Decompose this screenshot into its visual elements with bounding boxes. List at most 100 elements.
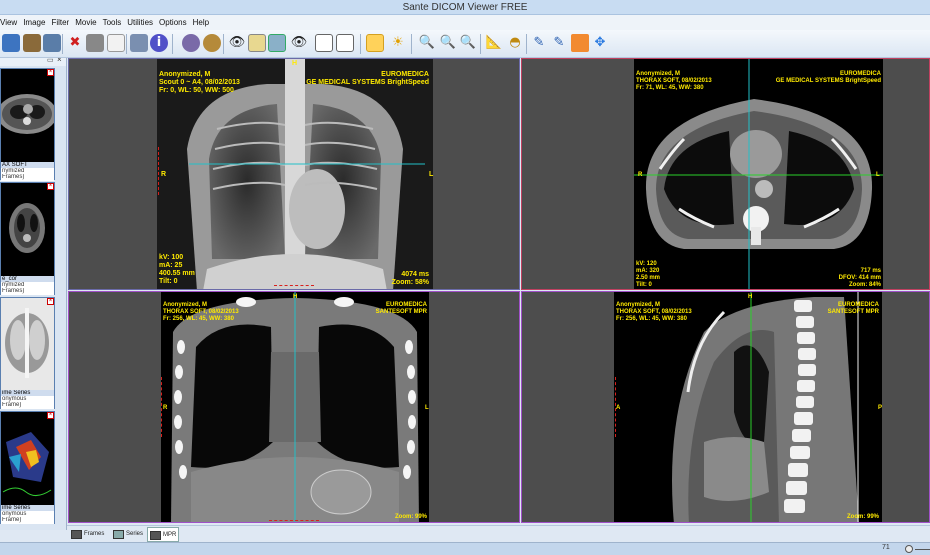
close-thumbnail-icon[interactable]: × (47, 412, 54, 419)
pin-icon[interactable]: ▭ (47, 58, 54, 64)
kv-value: kV: 120 (636, 261, 657, 267)
zoom-minus-icon[interactable] (905, 545, 913, 553)
series-thumbnail[interactable]: × e_cor nymized Frames) (0, 182, 55, 295)
zoom-level: Zoom: 99% (846, 514, 879, 520)
kv-value: kV: 100 (159, 254, 184, 261)
angle-icon[interactable]: 📐 (485, 34, 503, 52)
print-icon[interactable] (86, 34, 104, 52)
zoom-out-icon[interactable]: 🔍 (459, 34, 477, 52)
series-info: THORAX SOFT, 08/02/2013 (616, 309, 692, 315)
menu-utilities[interactable]: Utilities (124, 15, 156, 30)
patient-name: Anonymized, M (616, 302, 661, 308)
vertical-ruler (158, 147, 161, 195)
mpr-layout-icon[interactable] (268, 34, 286, 52)
stack-frame-icon[interactable] (336, 34, 354, 52)
toolbar-separator (62, 34, 63, 54)
window-level-info: Fr: 71, WL: 45, WW: 380 (636, 85, 704, 91)
overlay-top-left: Anonymized, M Scout 0 ~ A4, 08/02/2013 F… (159, 71, 240, 95)
tab-mpr[interactable]: MPR (147, 527, 179, 542)
frame-count: Frame) (1, 402, 54, 409)
status-bar: 71 (0, 542, 930, 555)
window-level-info: Fr: 0, WL: 50, WW: 500 (159, 87, 234, 94)
menu-image[interactable]: Image (20, 15, 48, 30)
toolbar-separator (172, 34, 173, 54)
single-frame-icon[interactable] (315, 34, 333, 52)
title-bar: Sante DICOM Viewer FREE (0, 0, 930, 15)
device-name: GE MEDICAL SYSTEMS BrightSpeed (775, 78, 881, 84)
protractor-icon[interactable]: ◓ (506, 34, 524, 52)
close-image-icon[interactable]: ✖ (66, 34, 84, 52)
eraser-icon[interactable] (571, 34, 589, 52)
marker-icon[interactable]: ✎ (550, 34, 568, 52)
viewport-coronal[interactable]: Anonymized, M THORAX SOFT, 08/02/2013 Fr… (68, 291, 520, 523)
menu-bar: View Image Filter Movie Tools Utilities Option… (0, 15, 930, 30)
pen-icon[interactable]: ✎ (530, 34, 548, 52)
filter-icon[interactable] (203, 34, 221, 52)
menu-view[interactable]: View (0, 15, 20, 30)
zoom-in-icon[interactable]: 🔍 (439, 34, 457, 52)
tab-label: MPR (163, 532, 177, 538)
brightness-icon[interactable]: ☀ (389, 34, 407, 52)
window-level-icon[interactable] (182, 34, 200, 52)
overlay-top-right: EUROMEDICA GE MEDICAL SYSTEMS BrightSpee… (306, 71, 429, 87)
pointer-hand-icon[interactable] (366, 34, 384, 52)
mpr-icon (150, 531, 161, 540)
processing-software: SANTESOFT MPR (827, 309, 879, 315)
toolbar-separator (480, 34, 481, 54)
institution-name: EUROMEDICA (385, 302, 427, 308)
menu-filter[interactable]: Filter (48, 15, 72, 30)
toolbar-separator (223, 34, 224, 54)
frame-count: Frames) (1, 288, 54, 295)
tab-series[interactable]: Series (111, 527, 147, 542)
overlay-bottom-left: kV: 100 mA: 25 400.55 mm Tilt: 0 (159, 254, 195, 286)
tab-frames[interactable]: Frames (69, 527, 111, 542)
menu-tools[interactable]: Tools (100, 15, 125, 30)
exposure-time: 4074 ms (401, 271, 429, 278)
viewport-scout[interactable]: Anonymized, M Scout 0 ~ A4, 08/02/2013 F… (68, 58, 520, 290)
viewport-sagittal[interactable]: Anonymized, M THORAX SOFT, 08/02/2013 Fr… (521, 291, 930, 523)
dicom-tags-icon[interactable] (130, 34, 148, 52)
institution-name: EUROMEDICA (381, 71, 429, 78)
overlay-top-left: Anonymized, M THORAX SOFT, 08/02/2013 Fr… (636, 71, 712, 92)
toolbar-separator (526, 34, 527, 54)
vertical-ruler (161, 377, 164, 437)
move-icon[interactable]: ✥ (591, 34, 609, 52)
grid-layout-icon[interactable] (248, 34, 266, 52)
patient-name: Anonymized, M (163, 302, 208, 308)
viewport-axial[interactable]: Anonymized, M THORAX SOFT, 08/02/2013 Fr… (521, 58, 930, 290)
overlay-bottom-right: 717 ms DFOV: 414 mm Zoom: 84% (839, 268, 881, 289)
overlay-top-right: EUROMEDICA SANTESOFT MPR (828, 302, 879, 316)
device-name: GE MEDICAL SYSTEMS BrightSpeed (306, 79, 429, 86)
tilt-value: Tilt: 0 (636, 282, 652, 288)
menu-options[interactable]: Options (156, 15, 190, 30)
magnifier-icon[interactable]: 🔍 (418, 34, 436, 52)
menu-movie[interactable]: Movie (72, 15, 99, 30)
close-thumbnail-icon[interactable]: × (47, 69, 54, 76)
info-icon[interactable]: i (150, 34, 168, 52)
close-panel-icon[interactable]: × (57, 58, 62, 64)
overlay-bottom-right: Zoom: 99% (395, 514, 427, 521)
ma-value: mA: 25 (159, 262, 183, 269)
open-file-icon[interactable] (23, 34, 41, 52)
zoom-level: Zoom: 84% (848, 282, 881, 288)
series-thumbnail[interactable]: × ime Series onymous Frame) (0, 297, 55, 409)
series-thumbnail[interactable]: × AX SOFT nymized Frames) (0, 68, 55, 181)
frames-icon (71, 530, 82, 539)
series-thumbnail[interactable]: × ime Series onymous Frame) (0, 411, 55, 524)
overlay-top-left: Anonymized, M THORAX SOFT, 08/02/2013 Fr… (616, 302, 692, 323)
toolbar-separator (126, 34, 127, 54)
tab-label: Series (126, 531, 144, 537)
eye-icon[interactable]: 👁 (228, 34, 246, 52)
toolbar-separator (360, 34, 361, 54)
orientation-right: L (425, 405, 429, 411)
export-icon[interactable] (107, 34, 125, 52)
eye-view-icon[interactable]: 👁 (290, 34, 308, 52)
close-thumbnail-icon[interactable]: × (47, 298, 54, 305)
zoom-slider[interactable] (915, 549, 930, 550)
open-dicomdir-icon[interactable] (43, 34, 61, 52)
menu-help[interactable]: Help (190, 15, 212, 30)
close-thumbnail-icon[interactable]: × (47, 183, 54, 190)
viewer-tabs: Frames Series MPR (67, 525, 930, 542)
open-folder-icon[interactable] (2, 34, 20, 52)
overlay-top-right: EUROMEDICA SANTESOFT MPR (376, 302, 427, 316)
